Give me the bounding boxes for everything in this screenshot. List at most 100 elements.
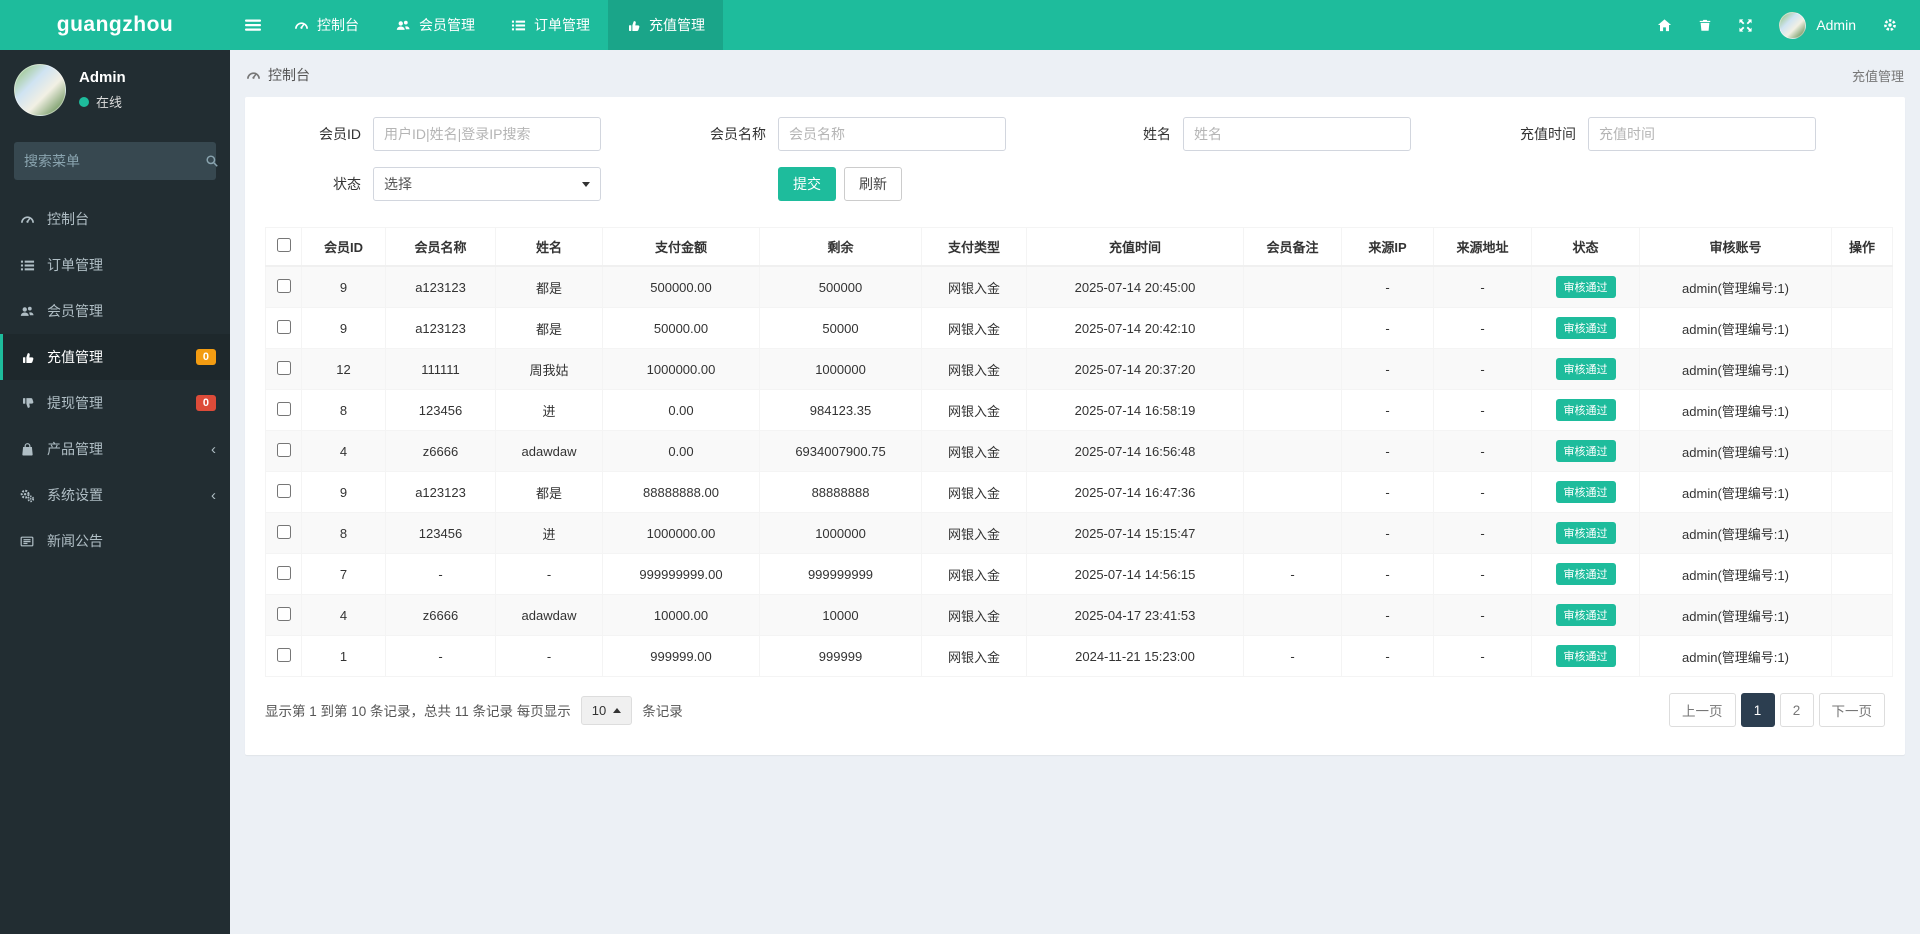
cell-time: 2024-11-21 15:23:00 [1027,636,1244,677]
sidebar-item-会员管理[interactable]: 会员管理 [0,288,230,334]
expand-icon[interactable] [1738,18,1753,33]
cell-remark [1244,266,1342,308]
brand-logo[interactable]: guangzhou [0,0,230,50]
cell-name: 都是 [496,472,603,513]
content-card: 会员ID 会员名称 姓名 充值时间 状态 选择 [245,97,1905,755]
navbar-item-会员管理[interactable]: 会员管理 [377,0,493,50]
recharge-time-label: 充值时间 [1480,124,1576,144]
row-checkbox[interactable] [277,648,291,662]
row-checkbox[interactable] [277,279,291,293]
cell-remark [1244,513,1342,554]
cell-source_addr: - [1434,472,1532,513]
cell-name: 进 [496,513,603,554]
cell-action [1832,595,1893,636]
submit-button[interactable]: 提交 [778,167,836,201]
cell-status: 审核通过 [1532,513,1640,554]
cell-pay_type: 网银入金 [922,636,1027,677]
table-head-row: 会员ID会员名称姓名支付金额剩余支付类型充值时间会员备注来源IP来源地址状态审核… [266,228,1893,267]
cell-member_name: a123123 [386,266,496,308]
page-button-2[interactable]: 2 [1780,693,1814,727]
row-checkbox[interactable] [277,361,291,375]
count-badge: 0 [196,349,216,365]
column-header-来源IP: 来源IP [1342,228,1434,267]
cell-time: 2025-07-14 16:47:36 [1027,472,1244,513]
cell-status: 审核通过 [1532,266,1640,308]
next-page-button[interactable]: 下一页 [1819,693,1886,727]
cell-remark: - [1244,554,1342,595]
column-header-剩余: 剩余 [760,228,922,267]
cell-source_ip: - [1342,595,1434,636]
sidebar-item-label: 新闻公告 [47,531,216,551]
cell-action [1832,513,1893,554]
sidebar-item-提现管理[interactable]: 提现管理0 [0,380,230,426]
page-button-1[interactable]: 1 [1741,693,1775,727]
navbar-item-控制台[interactable]: 控制台 [276,0,377,50]
navbar-item-订单管理[interactable]: 订单管理 [493,0,608,50]
cell-name: adawdaw [496,431,603,472]
member-name-input[interactable] [778,117,1006,151]
sidebar-item-订单管理[interactable]: 订单管理 [0,242,230,288]
navbar-item-充值管理[interactable]: 充值管理 [608,0,723,50]
sidebar-item-系统设置[interactable]: 系统设置‹ [0,472,230,518]
prev-page-button[interactable]: 上一页 [1669,693,1736,727]
cell-pay_type: 网银入金 [922,308,1027,349]
cell-action [1832,636,1893,677]
sidebar-item-产品管理[interactable]: 产品管理‹ [0,426,230,472]
navbar-item-label: 控制台 [317,15,359,35]
cell-remark [1244,308,1342,349]
cell-member_id: 4 [302,595,386,636]
cell-time: 2025-07-14 20:37:20 [1027,349,1244,390]
row-checkbox[interactable] [277,566,291,580]
row-checkbox[interactable] [277,402,291,416]
member-name-label: 会员名称 [670,124,766,144]
cell-status: 审核通过 [1532,308,1640,349]
cell-name: adawdaw [496,595,603,636]
cell-remaining: 500000 [760,266,922,308]
gear-icon[interactable] [1882,17,1898,33]
status-select[interactable]: 选择 [373,167,601,201]
name-input[interactable] [1183,117,1411,151]
search-icon[interactable] [205,154,219,168]
pagination-pages: 上一页12下一页 [1669,693,1885,727]
status-badge: 审核通过 [1556,522,1616,544]
navbar-user-menu[interactable]: Admin [1779,12,1856,39]
recharge-time-input[interactable] [1588,117,1816,151]
member-id-label: 会员ID [265,124,361,144]
column-header-状态: 状态 [1532,228,1640,267]
home-icon[interactable] [1657,18,1672,33]
navbar-item-label: 订单管理 [534,15,590,35]
row-checkbox[interactable] [277,525,291,539]
sidebar: Admin 在线 控制台订单管理会员管理充值管理0提现管理0产品管理‹系统设置‹… [0,50,230,934]
row-checkbox[interactable] [277,443,291,457]
breadcrumb-label[interactable]: 控制台 [268,65,310,85]
sidebar-search-input[interactable] [24,153,205,169]
cell-source_ip: - [1342,554,1434,595]
refresh-button[interactable]: 刷新 [844,167,902,201]
page-size-select[interactable]: 10 [581,696,632,725]
sidebar-user-panel: Admin 在线 [0,50,230,132]
row-checkbox[interactable] [277,484,291,498]
cell-member_name: - [386,636,496,677]
row-checkbox[interactable] [277,320,291,334]
cell-source_ip: - [1342,349,1434,390]
cell-auditor: admin(管理编号:1) [1640,431,1832,472]
gears-icon [18,488,36,503]
member-id-input[interactable] [373,117,601,151]
select-all-checkbox[interactable] [277,238,291,252]
table-row: 1--999999.00999999网银入金2024-11-21 15:23:0… [266,636,1893,677]
sidebar-item-控制台[interactable]: 控制台 [0,196,230,242]
cell-remark [1244,349,1342,390]
table-row: 9a123123都是50000.0050000网银入金2025-07-14 20… [266,308,1893,349]
cell-remaining: 999999999 [760,554,922,595]
cell-amount: 10000.00 [603,595,760,636]
status-badge: 审核通过 [1556,440,1616,462]
row-checkbox[interactable] [277,607,291,621]
sidebar-toggle-button[interactable] [230,0,276,50]
sidebar-item-充值管理[interactable]: 充值管理0 [0,334,230,380]
recharge-table: 会员ID会员名称姓名支付金额剩余支付类型充值时间会员备注来源IP来源地址状态审核… [265,227,1893,677]
sidebar-item-新闻公告[interactable]: 新闻公告 [0,518,230,564]
cell-remark [1244,472,1342,513]
cell-pay_type: 网银入金 [922,266,1027,308]
trash-icon[interactable] [1698,18,1712,33]
table-row: 9a123123都是88888888.0088888888网银入金2025-07… [266,472,1893,513]
